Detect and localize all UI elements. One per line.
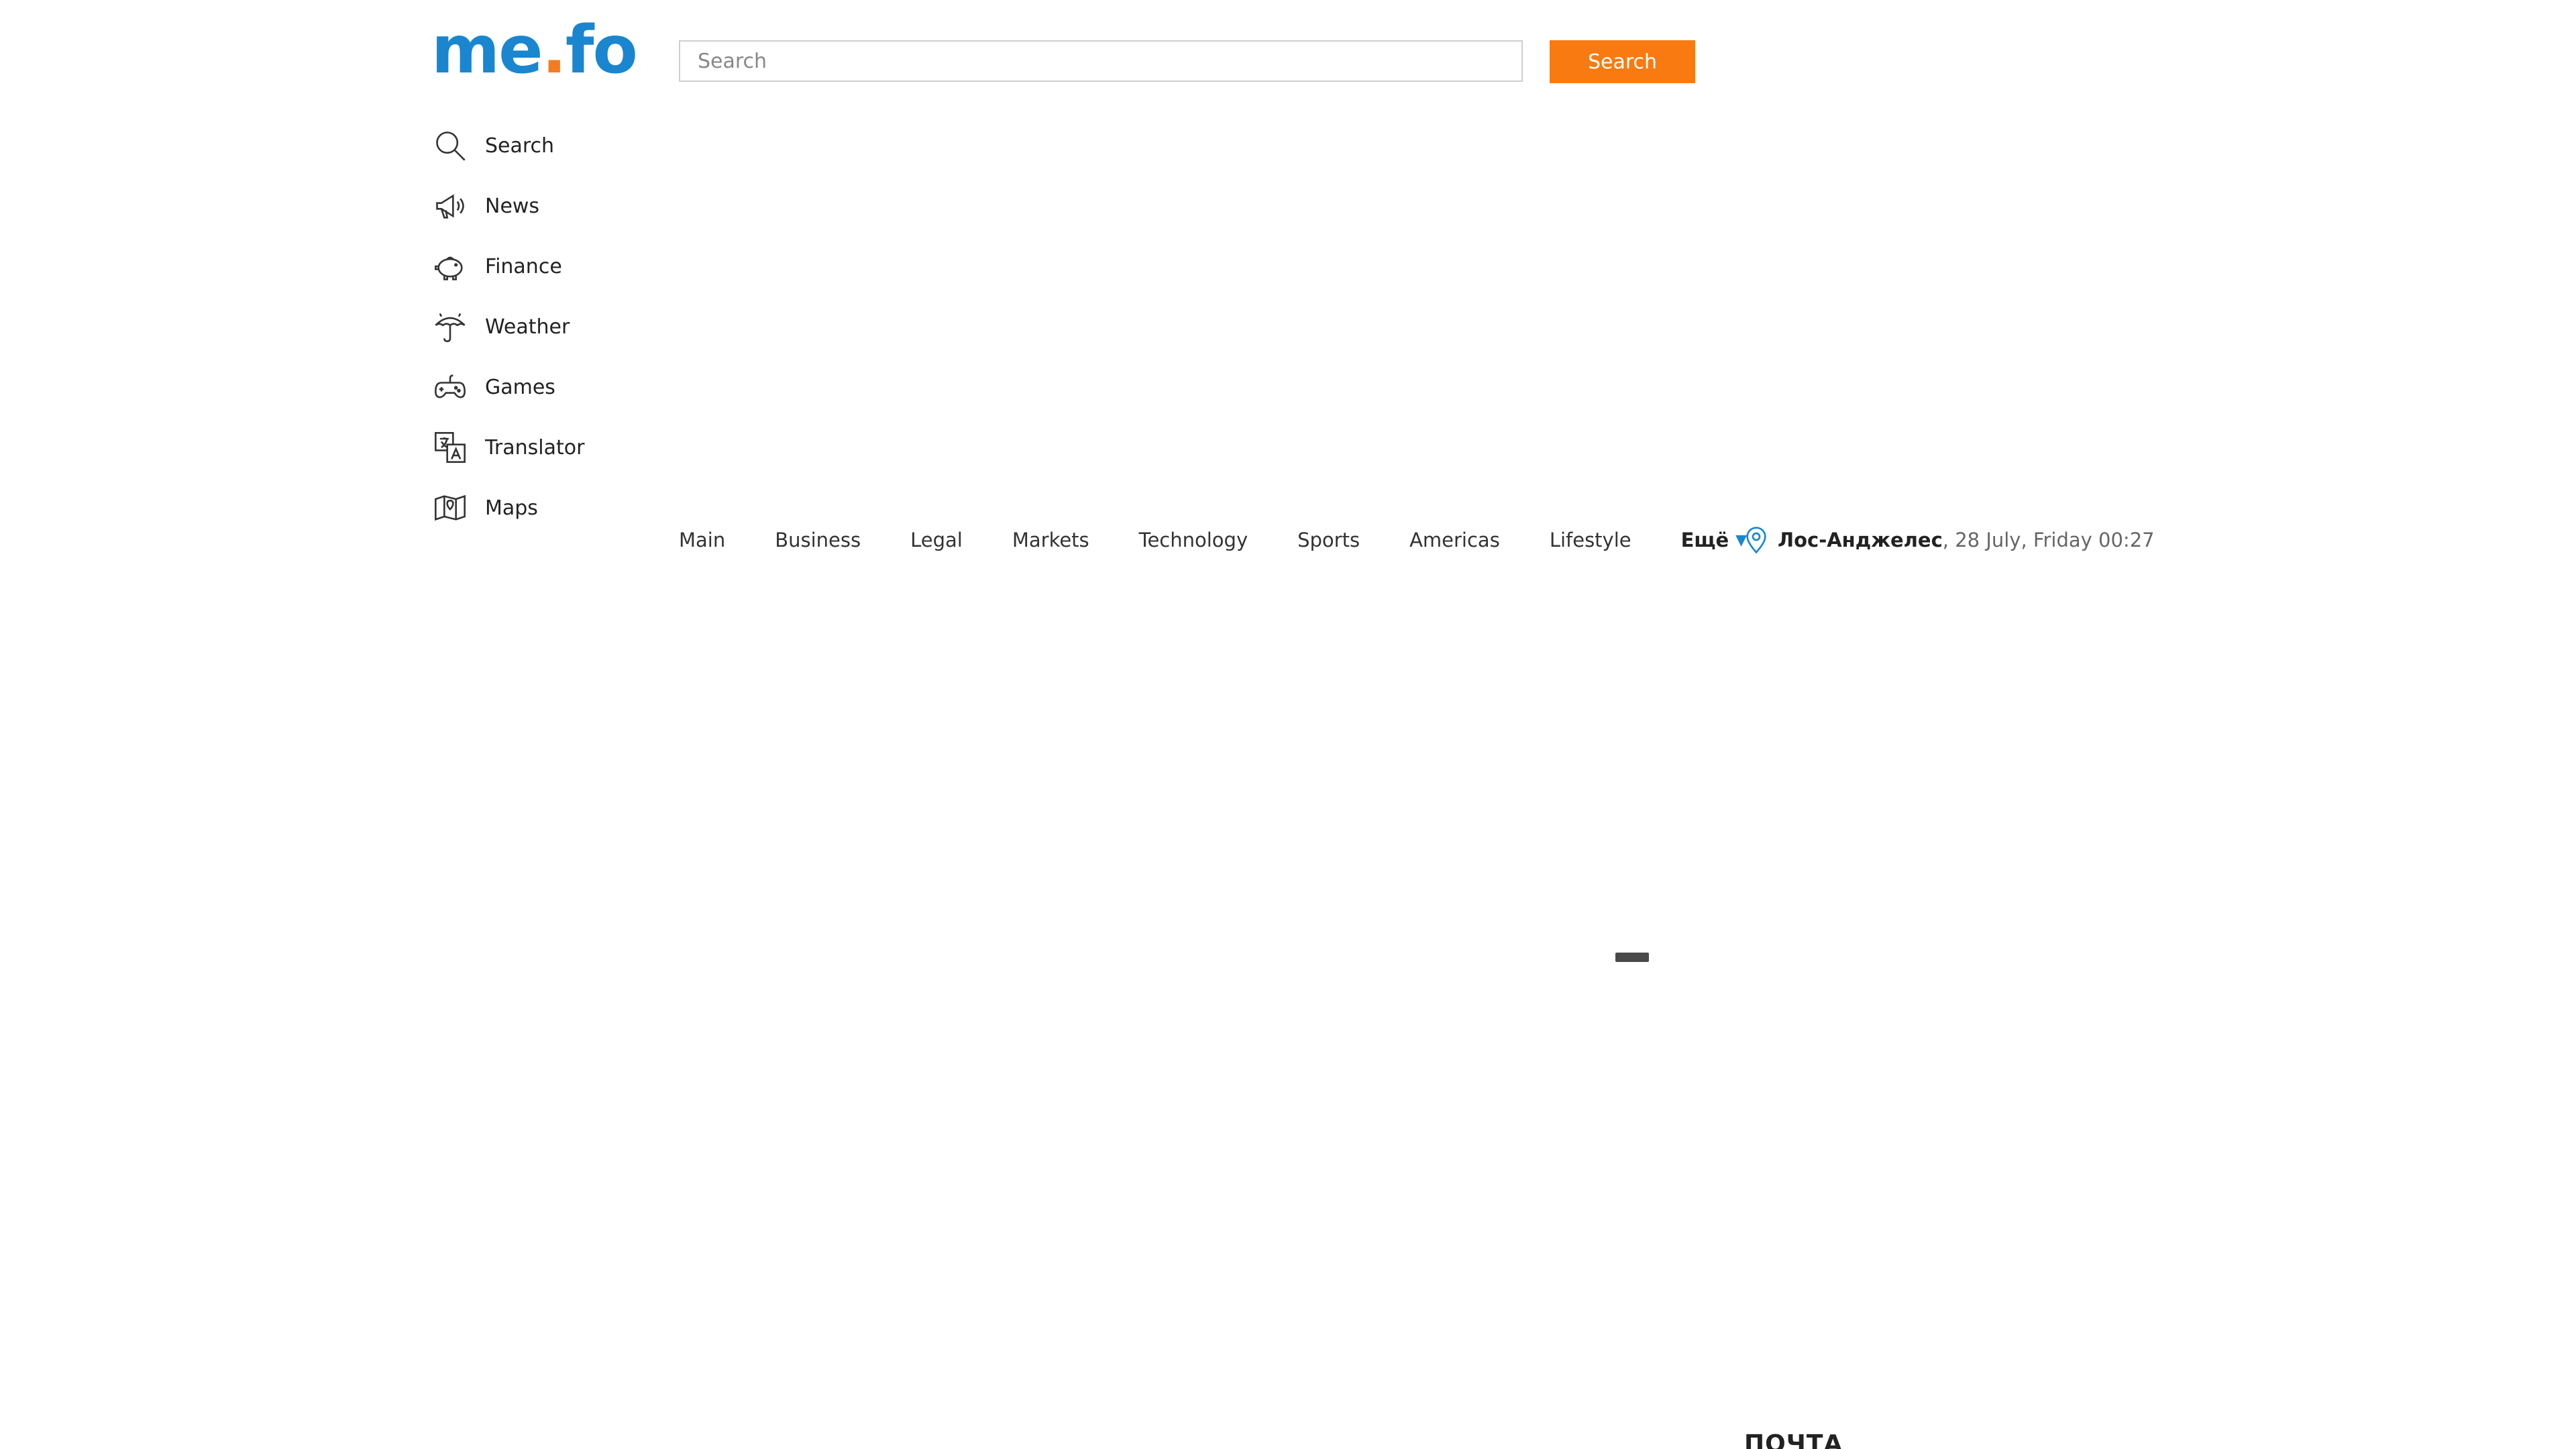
sidebar-item-games[interactable]: Games [431, 357, 646, 417]
nav-item-main[interactable]: Main [679, 529, 725, 551]
sidebar-item-label: Translator [485, 435, 585, 460]
nav-item-markets[interactable]: Markets [1012, 529, 1089, 551]
nav-item-americas[interactable]: Americas [1409, 529, 1500, 551]
sidebar-item-label: Maps [485, 496, 538, 520]
location-datetime: , 28 July, Friday 00:27 [1942, 529, 2155, 551]
megaphone-icon [431, 187, 469, 225]
piggy-bank-icon [431, 248, 469, 285]
sidebar-item-label: Search [485, 133, 555, 158]
nav-item-sports[interactable]: Sports [1297, 529, 1360, 551]
nav-item-legal[interactable]: Legal [910, 529, 963, 551]
logo-part2: fo [565, 12, 638, 89]
page: me.fo Search Search News Finance Weathe [0, 0, 2576, 1449]
sidebar-item-label: Finance [485, 254, 562, 278]
sidebar-item-maps[interactable]: Maps [431, 478, 646, 538]
location-pin-icon [1746, 527, 1766, 554]
sidebar-item-news[interactable]: News [431, 176, 646, 236]
sidebar-item-translator[interactable]: Translator [431, 417, 646, 478]
translate-icon [431, 429, 469, 466]
gamepad-icon [431, 368, 469, 406]
sidebar-item-label: Weather [485, 315, 570, 339]
umbrella-icon [431, 308, 469, 345]
logo-dot: . [541, 12, 567, 89]
logo-part1: me [431, 12, 543, 89]
search-input[interactable] [679, 40, 1523, 82]
search-button[interactable]: Search [1550, 40, 1695, 83]
sidebar-item-weather[interactable]: Weather [431, 297, 646, 357]
sidebar-item-label: News [485, 194, 540, 218]
location-widget: Лос-Анджелес , 28 July, Friday 00:27 [1743, 523, 2155, 557]
sidebar-item-label: Games [485, 375, 555, 399]
nav-more-dropdown[interactable]: Ещё ▼ [1681, 529, 1747, 551]
nav-item-business[interactable]: Business [775, 529, 861, 551]
sidebar: Search News Finance Weather Games Transl… [431, 115, 646, 538]
sidebar-item-finance[interactable]: Finance [431, 236, 646, 297]
map-icon [431, 489, 469, 527]
sidebar-item-search[interactable]: Search [431, 115, 646, 176]
mail-section-heading: ПОЧТА [1744, 1430, 1843, 1449]
search-icon [431, 127, 469, 164]
top-navigation: Main Business Legal Markets Technology S… [679, 523, 1747, 557]
nav-item-lifestyle[interactable]: Lifestyle [1550, 529, 1631, 551]
location-city[interactable]: Лос-Анджелес [1778, 529, 1943, 551]
site-logo[interactable]: me.fo [431, 17, 638, 83]
nav-item-technology[interactable]: Technology [1139, 529, 1248, 551]
nav-more-label: Ещё [1680, 529, 1729, 551]
loading-indicator [1615, 953, 1649, 962]
